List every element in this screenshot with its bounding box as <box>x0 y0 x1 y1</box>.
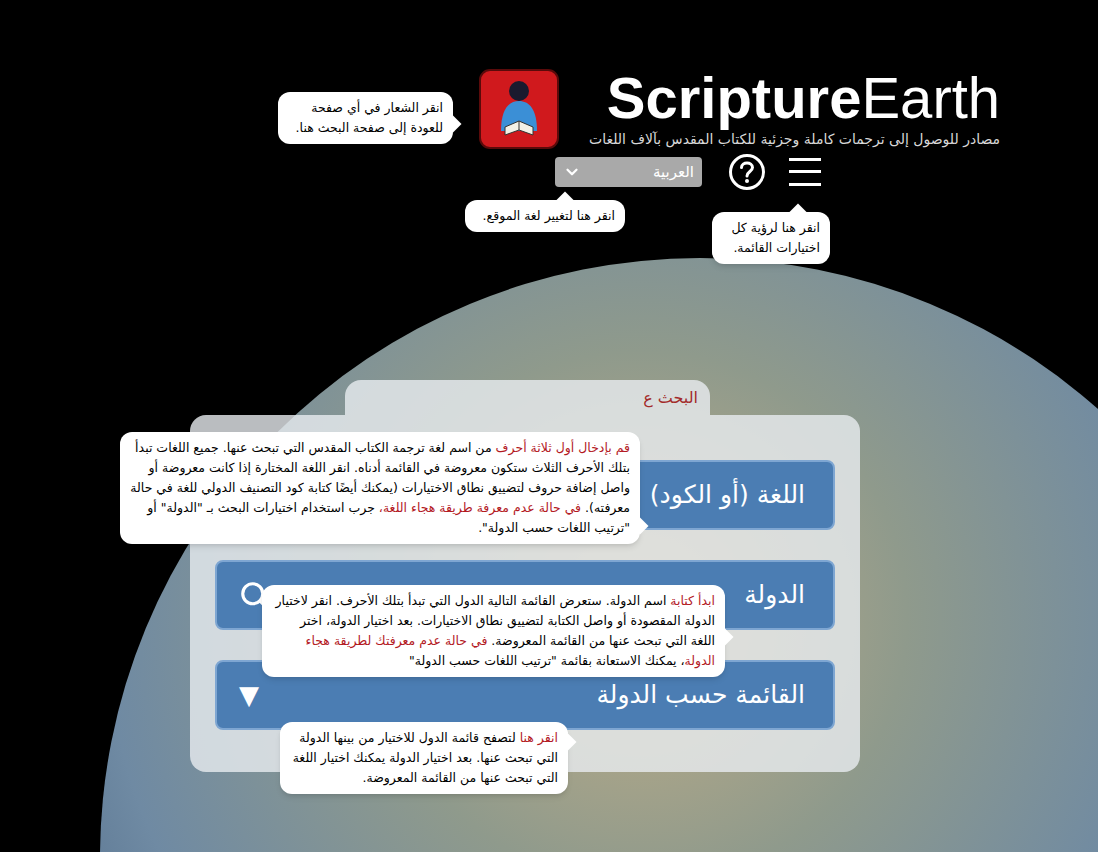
field-label: اللغة (أو الكود) <box>650 478 811 512</box>
language-select-value: العربية <box>653 161 694 183</box>
callout-text: انقر هنا لتصفح قائمة الدول للاختيار من ب… <box>290 728 558 788</box>
callout: قم بإدخال أول ثلاثة أحرف من اسم لغة ترجم… <box>120 432 640 544</box>
page: ScriptureEarthمصادر للوصول إلى ترجمات كا… <box>0 0 1098 852</box>
callout-segment: لتصفح قائمة الدول للاختيار من بينها الدو… <box>293 730 558 785</box>
callout-segment: ، يمكنك الاستعانة بقائمة "ترتيب اللغات ح… <box>409 653 685 668</box>
callout-text: قم بإدخال أول ثلاثة أحرف من اسم لغة ترجم… <box>130 438 630 538</box>
callout-highlight: ابدأ كتابة <box>670 593 715 608</box>
callout: انقر الشعار في أي صفحة للعودة إلى صفحة ا… <box>278 92 453 144</box>
language-select[interactable]: العربية <box>555 157 702 187</box>
callout-pointer <box>445 116 462 133</box>
chevron-down-icon <box>563 163 581 181</box>
callout-text: انقر هنا لرؤية كل اختيارات القائمة. <box>722 218 820 258</box>
site-subtitle: مصادر للوصول إلى ترجمات كاملة وجزئية للك… <box>589 129 1000 149</box>
callout-highlight: انقر هنا <box>520 730 558 745</box>
field-label: الدولة <box>744 578 811 612</box>
callout-pointer <box>557 192 574 209</box>
callout-highlight: قم بإدخال أول ثلاثة أحرف <box>496 440 630 455</box>
callout: ابدأ كتابة اسم الدولة. ستعرض القائمة الت… <box>262 585 725 677</box>
site-title[interactable]: ScriptureEarth <box>607 69 1000 127</box>
help-icon[interactable] <box>728 153 766 191</box>
hamburger-menu-icon[interactable] <box>788 155 822 189</box>
logo-icon[interactable] <box>479 69 559 149</box>
callout-text: انقر هنا لتغيير لغة الموقع. <box>475 206 615 226</box>
toolbar: العربية <box>0 152 1098 192</box>
callout: انقر هنا لتغيير لغة الموقع. <box>465 200 625 232</box>
callout-pointer <box>790 204 807 221</box>
callout-segment: انقر هنا لرؤية كل اختيارات القائمة. <box>731 220 820 255</box>
callout-segment: انقر هنا لتغيير لغة الموقع. <box>483 208 615 223</box>
callout: انقر هنا لتصفح قائمة الدول للاختيار من ب… <box>280 722 568 794</box>
dropdown-arrow-icon: ▼ <box>239 682 259 708</box>
search-tab-label: البحث ع <box>643 387 698 409</box>
header: ScriptureEarthمصادر للوصول إلى ترجمات كا… <box>0 0 1098 149</box>
callout-segment: انقر الشعار في أي صفحة للعودة إلى صفحة ا… <box>296 100 443 135</box>
callout: انقر هنا لرؤية كل اختيارات القائمة. <box>712 212 830 264</box>
field-label: القائمة حسب الدولة <box>596 678 811 712</box>
callout-text: انقر الشعار في أي صفحة للعودة إلى صفحة ا… <box>288 98 443 138</box>
search-tab: البحث ع <box>345 380 710 415</box>
callout-text: ابدأ كتابة اسم الدولة. ستعرض القائمة الت… <box>272 591 715 671</box>
callout-highlight: في حالة عدم معرفة طريقة هجاء اللغة، <box>379 500 581 515</box>
